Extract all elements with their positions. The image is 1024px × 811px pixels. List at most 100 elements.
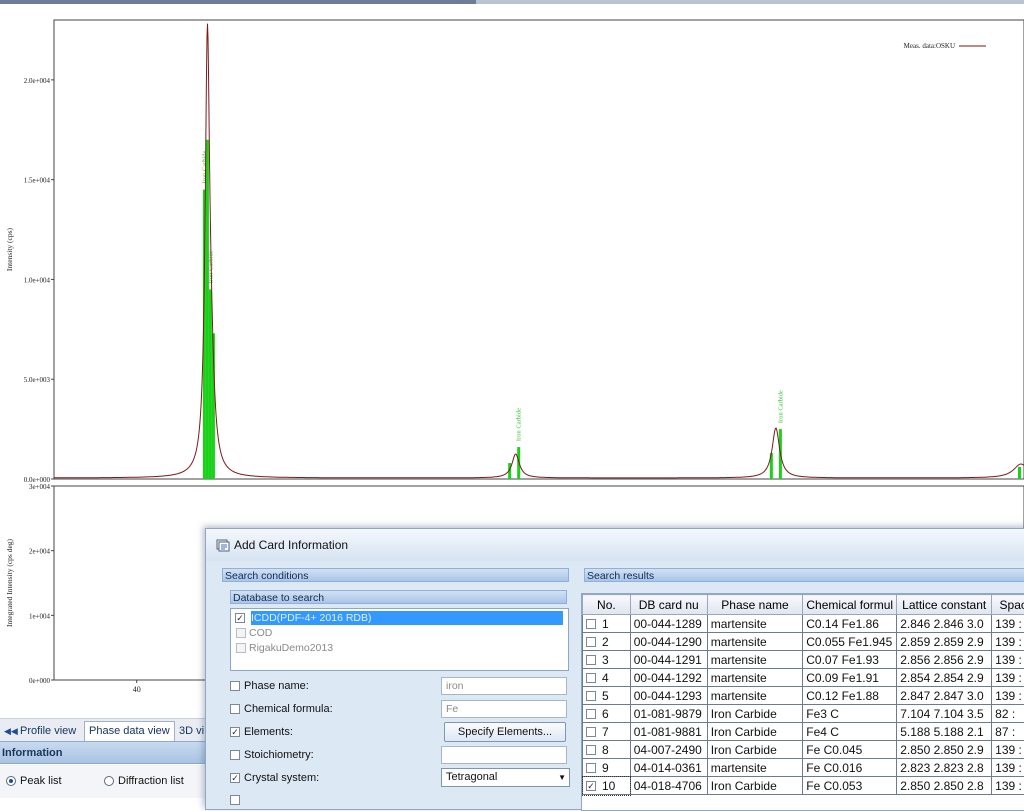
column-header-formula[interactable]: Chemical formul	[803, 595, 897, 615]
table-row[interactable]: 300-044-1291martensiteC0.07 Fe1.932.856 …	[583, 651, 1024, 669]
row-number-cell[interactable]: 3	[583, 651, 631, 669]
lattice-cell: 2.823 2.823 2.8	[897, 759, 992, 777]
column-header-space[interactable]: Space	[992, 595, 1024, 615]
dialog-title-bar[interactable]: Add Card Information	[206, 529, 1024, 561]
checkbox-unchecked-icon[interactable]	[586, 655, 596, 665]
column-header-lattice[interactable]: Lattice constant	[897, 595, 992, 615]
table-row[interactable]: 200-044-1290martensiteC0.055 Fe1.9452.85…	[583, 633, 1024, 651]
column-header-no[interactable]: No.	[583, 595, 631, 615]
database-item-rigakudemo[interactable]: RigakuDemo2013	[236, 641, 333, 655]
table-row[interactable]: 400-044-1292martensiteC0.09 Fe1.912.854 …	[583, 669, 1024, 687]
space-group-cell: 139 :	[992, 777, 1024, 795]
table-row[interactable]: 100-044-1289martensiteC0.14 Fe1.862.846 …	[583, 615, 1024, 633]
chemical-formula-label: Chemical formula:	[244, 703, 333, 715]
search-results-table-container[interactable]: No. DB card nu Phase name Chemical formu…	[581, 593, 1024, 811]
database-item-cod[interactable]: COD	[236, 626, 272, 640]
phase-name-cell: martensite	[707, 669, 803, 687]
phase-name-label: Phase name:	[244, 680, 309, 692]
y-tick-label: 1e+004	[29, 612, 51, 620]
space-group-cell: 139 :	[992, 759, 1024, 777]
formula-cell: C0.055 Fe1.945	[803, 633, 897, 651]
y-axis-label: Integrated Intensity (cps deg)	[5, 538, 14, 627]
column-header-phase-name[interactable]: Phase name	[707, 595, 803, 615]
stoichiometry-input[interactable]	[441, 746, 567, 764]
table-row[interactable]: 904-014-0361martensiteFe C0.0162.823 2.8…	[583, 759, 1024, 777]
row-number: 8	[602, 743, 609, 757]
checkbox-unchecked-icon[interactable]	[586, 637, 596, 647]
card-app-icon	[216, 538, 230, 552]
database-label-rigakudemo: RigakuDemo2013	[249, 642, 333, 654]
crystal-system-value: Tetragonal	[446, 771, 497, 783]
reference-stick	[206, 140, 209, 479]
table-row[interactable]: ✓1004-018-4706Iron CarbideFe C0.0532.850…	[583, 777, 1024, 795]
chemical-formula-input[interactable]: Fe	[441, 700, 567, 718]
stoichiometry-checkbox[interactable]	[230, 750, 240, 760]
table-row[interactable]: 804-007-2490Iron CarbideFe C0.0452.850 2…	[583, 741, 1024, 759]
checkbox-unchecked-icon[interactable]	[236, 643, 246, 653]
chemical-formula-checkbox[interactable]	[230, 704, 240, 714]
tab-phase-data-view[interactable]: Phase data view	[84, 721, 175, 741]
row-number: 1	[602, 617, 609, 631]
checkbox-unchecked-icon[interactable]	[586, 727, 596, 737]
checkbox-unchecked-icon[interactable]	[586, 673, 596, 683]
peak-list-radio[interactable]: Peak list	[6, 775, 62, 787]
database-item-icdd-label[interactable]: ICDD(PDF-4+ 2016 RDB)	[251, 611, 563, 625]
row-number-cell[interactable]: 1	[583, 615, 631, 633]
row-number-cell[interactable]: 6	[583, 705, 631, 723]
phase-name-checkbox[interactable]	[230, 681, 240, 691]
db-card-cell: 01-081-9879	[630, 705, 707, 723]
table-row[interactable]: 601-081-9879Iron CarbideFe3 C7.104 7.104…	[583, 705, 1024, 723]
checkbox-unchecked-icon[interactable]	[586, 763, 596, 773]
crystal-system-row: ✓ Crystal system:	[230, 769, 319, 787]
checkbox-unchecked-icon[interactable]	[586, 709, 596, 719]
checkbox-unchecked-icon[interactable]	[586, 745, 596, 755]
table-header-row: No. DB card nu Phase name Chemical formu…	[583, 595, 1024, 615]
row-number-cell[interactable]: 7	[583, 723, 631, 741]
table-row[interactable]: 500-044-1293martensiteC0.12 Fe1.882.847 …	[583, 687, 1024, 705]
checkbox-checked-icon[interactable]: ✓	[586, 781, 596, 791]
row-number-cell[interactable]: 4	[583, 669, 631, 687]
elements-checkbox[interactable]: ✓	[230, 727, 240, 737]
phase-name-cell: Iron Carbide	[707, 705, 803, 723]
row-number-cell[interactable]: 5	[583, 687, 631, 705]
formula-cell: C0.07 Fe1.93	[803, 651, 897, 669]
tab-profile-view[interactable]: Profile view	[16, 722, 80, 740]
db-card-cell: 00-044-1292	[630, 669, 707, 687]
formula-cell: Fe C0.053	[803, 777, 897, 795]
checkbox-checked-icon[interactable]: ✓	[235, 613, 245, 623]
row-number: 4	[602, 671, 609, 685]
specify-elements-button[interactable]: Specify Elements...	[444, 722, 566, 742]
formula-cell: C0.12 Fe1.88	[803, 687, 897, 705]
phase-name-input[interactable]: iron	[441, 677, 567, 695]
crystal-system-select[interactable]: Tetragonal ▼	[441, 768, 570, 787]
checkbox-unchecked-icon[interactable]	[586, 619, 596, 629]
row-number-cell[interactable]: ✓10	[583, 777, 631, 795]
table-row[interactable]: 701-081-9881Iron CarbideFe4 C5.188 5.188…	[583, 723, 1024, 741]
lattice-cell: 2.859 2.859 2.9	[897, 633, 992, 651]
formula-cell: Fe4 C	[803, 723, 897, 741]
row-number: 9	[602, 761, 609, 775]
row-number-cell[interactable]: 2	[583, 633, 631, 651]
tab-3d-view[interactable]: 3D vi	[175, 722, 208, 740]
crystal-system-checkbox[interactable]: ✓	[230, 773, 240, 783]
row-number: 3	[602, 653, 609, 667]
row-number: 6	[602, 707, 609, 721]
phase-name-cell: Iron Carbide	[707, 777, 803, 795]
database-item-icdd[interactable]: ✓	[235, 611, 245, 625]
information-panel-header: Information	[0, 741, 206, 764]
space-group-cell: 139 :	[992, 741, 1024, 759]
diffraction-list-radio[interactable]: Diffraction list	[104, 775, 184, 787]
checkbox-unchecked-icon[interactable]	[236, 628, 246, 638]
database-label-cod: COD	[249, 627, 272, 639]
next-condition-checkbox[interactable]	[230, 795, 240, 805]
add-card-information-dialog: Add Card Information Search conditions D…	[205, 528, 1024, 810]
row-number-cell[interactable]: 8	[583, 741, 631, 759]
lattice-cell: 5.188 5.188 2.1	[897, 723, 992, 741]
row-number-cell[interactable]: 9	[583, 759, 631, 777]
column-header-db-card[interactable]: DB card nu	[630, 595, 707, 615]
checkbox-unchecked-icon[interactable]	[586, 691, 596, 701]
row-number: 5	[602, 689, 609, 703]
space-group-cell: 139 :	[992, 687, 1024, 705]
x-tick-label: 40	[133, 685, 141, 694]
diffraction-list-label: Diffraction list	[118, 775, 184, 787]
